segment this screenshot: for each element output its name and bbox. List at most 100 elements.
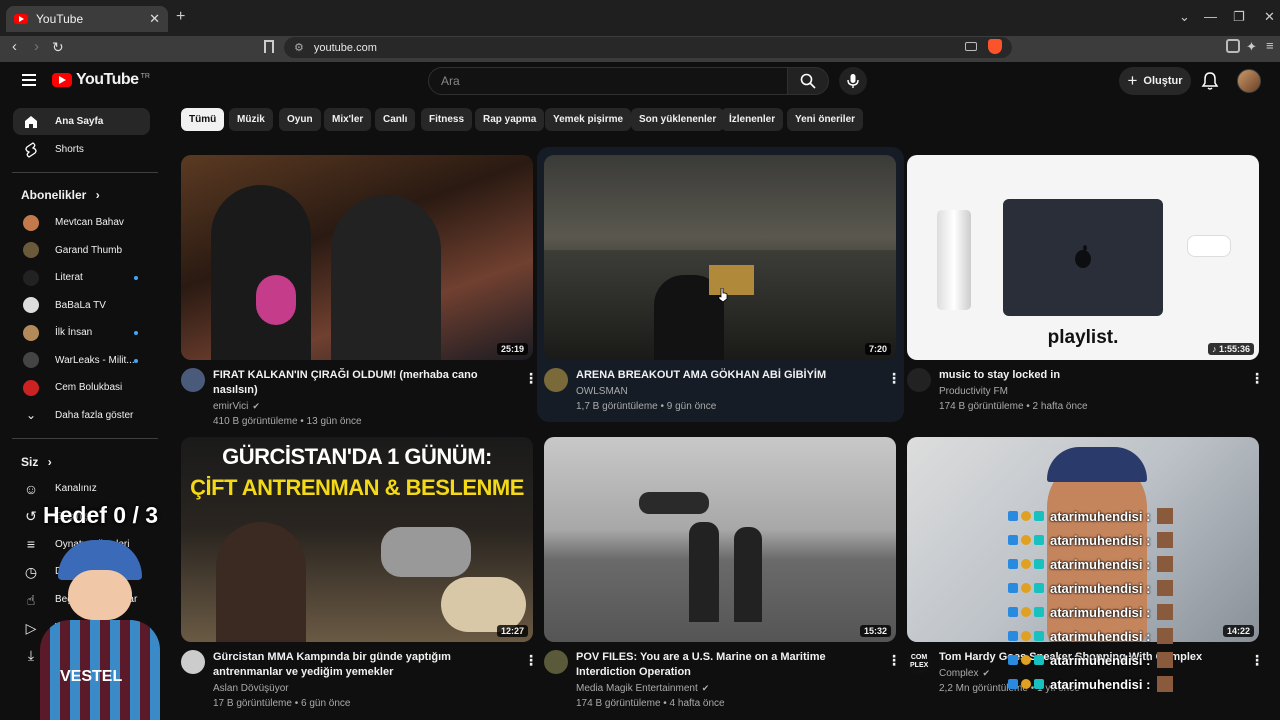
sidebar-item-subscription[interactable]: WarLeaks - Milit... (13, 347, 150, 374)
show-more-button[interactable]: ⌄ Daha fazla göster (13, 402, 150, 429)
thumb-crate (709, 265, 754, 295)
sidebar-item-subscription[interactable]: Cem Bolukbasi (13, 374, 150, 401)
browser-menu-icon[interactable]: ≡ (1266, 38, 1274, 53)
filter-chip[interactable]: Yemek pişirme (545, 108, 632, 131)
chat-badge-icon (1021, 583, 1031, 593)
video-title[interactable]: FIRAT KALKAN'IN ÇIRAĞI OLDUM! (merhaba c… (213, 368, 513, 398)
sidebar-item-subscription[interactable]: BaBaLa TV (13, 292, 150, 319)
restore-icon[interactable]: ❐ (1233, 9, 1245, 25)
more-options-icon[interactable]: ⋮ (1250, 370, 1264, 387)
channel-name[interactable]: emirVici (213, 401, 248, 412)
chat-badge-icon (1034, 535, 1044, 545)
video-thumbnail[interactable]: 15:32 (544, 437, 896, 642)
channel-name[interactable]: Media Magik Entertainment (576, 683, 698, 694)
video-thumbnail[interactable]: playlist. ♪ 1:55:36 (907, 155, 1259, 360)
history-icon: ↺ (25, 508, 37, 525)
sidebar-item-label: Ana Sayfa (55, 116, 104, 127)
filter-chip[interactable]: Oyun (279, 108, 321, 131)
filter-chip[interactable]: Canlı (375, 108, 416, 131)
thumb-soldier (734, 527, 762, 622)
channel-avatar[interactable] (181, 368, 205, 392)
video-thumbnail[interactable]: 25:19 (181, 155, 533, 360)
new-content-dot (134, 276, 138, 280)
thumb-headline: GÜRCİSTAN'DA 1 GÜNÜM: (222, 444, 492, 469)
search-button[interactable] (787, 67, 829, 95)
sidebar-item-shorts[interactable]: Shorts (13, 136, 150, 163)
channel-avatar[interactable] (544, 368, 568, 392)
cast-icon[interactable] (965, 42, 977, 51)
reload-icon[interactable]: ↻ (52, 36, 64, 58)
more-options-icon[interactable]: ⋮ (524, 370, 538, 387)
new-tab-button[interactable]: + (176, 8, 185, 26)
avatar[interactable] (1237, 69, 1261, 93)
extensions-icon[interactable]: ✦ (1246, 39, 1257, 55)
chat-badge-icon (1008, 607, 1018, 617)
filter-chip[interactable]: Mix'ler (324, 108, 372, 131)
channel-icon: ☺ (23, 480, 39, 497)
more-options-icon[interactable]: ⋮ (1250, 652, 1264, 669)
sidebar-item-you[interactable]: ☺ Kanalınız (13, 475, 150, 502)
menu-icon[interactable] (22, 74, 36, 86)
site-info-icon[interactable]: ⚙ (294, 41, 304, 54)
subscriptions-heading[interactable]: Abonelikler › (21, 188, 100, 202)
channel-name[interactable]: Aslan Dövüşüyor (213, 683, 289, 694)
search-input[interactable]: Ara (428, 67, 788, 95)
sidebar-item-subscription[interactable]: Garand Thumb (13, 237, 150, 264)
back-icon[interactable]: ‹ (12, 36, 17, 58)
youtube-logo[interactable]: YouTube TR (52, 71, 150, 89)
filter-chip[interactable]: Müzik (229, 108, 273, 131)
chat-message: atarimuhendisi : (1008, 674, 1200, 694)
channel-name[interactable]: Complex (939, 668, 978, 679)
create-button[interactable]: + Oluştur (1119, 67, 1191, 95)
filter-chip[interactable]: Fitness (421, 108, 473, 131)
bell-icon[interactable] (1200, 71, 1220, 91)
video-thumbnail[interactable]: GÜRCİSTAN'DA 1 GÜNÜM: ÇİFT ANTRENMAN & B… (181, 437, 533, 642)
channel-avatar[interactable] (544, 650, 568, 674)
tab-search-icon[interactable]: ⌄ (1179, 9, 1190, 25)
channel-name[interactable]: OWLSMAN (576, 386, 628, 397)
channel-avatar[interactable] (181, 650, 205, 674)
filter-chip[interactable]: İzlenenler (721, 108, 784, 131)
channel-avatar (23, 324, 39, 341)
more-options-icon[interactable]: ⋮ (524, 652, 538, 669)
close-window-icon[interactable]: ✕ (1264, 9, 1275, 25)
duration-badge: 14:22 (1222, 625, 1254, 637)
sidebar-item-subscription[interactable]: Mevtcan Bahav (13, 209, 150, 236)
you-heading[interactable]: Siz › (21, 455, 52, 469)
forward-icon[interactable]: › (34, 36, 39, 58)
chat-avatar (1157, 628, 1174, 644)
thumb-helicopter (639, 492, 709, 514)
wallet-icon[interactable] (1226, 39, 1240, 53)
sidebar-item-subscription[interactable]: İlk İnsan (13, 319, 150, 346)
bookmark-icon[interactable] (264, 40, 274, 53)
chat-badge-icon (1034, 511, 1044, 521)
thumb-soldier (689, 522, 719, 622)
sidebar-item-home[interactable]: Ana Sayfa (13, 108, 150, 135)
brave-shield-icon[interactable] (988, 39, 1002, 54)
you-title: Siz (21, 455, 39, 469)
video-title[interactable]: POV FILES: You are a U.S. Marine on a Ma… (576, 650, 876, 680)
chat-avatar (1157, 580, 1174, 596)
channel-avatar[interactable] (907, 368, 931, 392)
tab-close-icon[interactable]: ✕ (149, 11, 160, 27)
channel-name[interactable]: Productivity FM (939, 386, 1008, 397)
video-title[interactable]: music to stay locked in (939, 368, 1239, 383)
filter-chip[interactable]: Son yüklenenler (631, 108, 725, 131)
filter-chip[interactable]: Rap yapma (475, 108, 545, 131)
channel-avatar[interactable]: COM PLEX (907, 650, 931, 674)
more-options-icon[interactable]: ⋮ (887, 370, 901, 387)
filter-chip[interactable]: Tümü (181, 108, 225, 131)
more-options-icon[interactable]: ⋮ (887, 652, 901, 669)
video-title[interactable]: ARENA BREAKOUT AMA GÖKHAN ABİ GİBİYİM (576, 368, 876, 383)
chat-avatar (1157, 676, 1174, 692)
sidebar-item-subscription[interactable]: Literat (13, 264, 150, 291)
filter-chip[interactable]: Yeni öneriler (787, 108, 864, 131)
browser-tab[interactable]: YouTube ✕ (6, 6, 168, 32)
voice-search-button[interactable] (839, 67, 867, 95)
channel-avatar (23, 352, 39, 368)
minimize-icon[interactable]: — (1204, 9, 1217, 24)
address-bar[interactable]: ⚙ youtube.com (284, 37, 1012, 58)
video-thumbnail[interactable]: 7:20 (544, 155, 896, 360)
video-meta: 410 B görüntüleme • 13 gün önce (213, 416, 362, 427)
video-title[interactable]: Gürcistan MMA Kampında bir günde yaptığı… (213, 650, 513, 680)
